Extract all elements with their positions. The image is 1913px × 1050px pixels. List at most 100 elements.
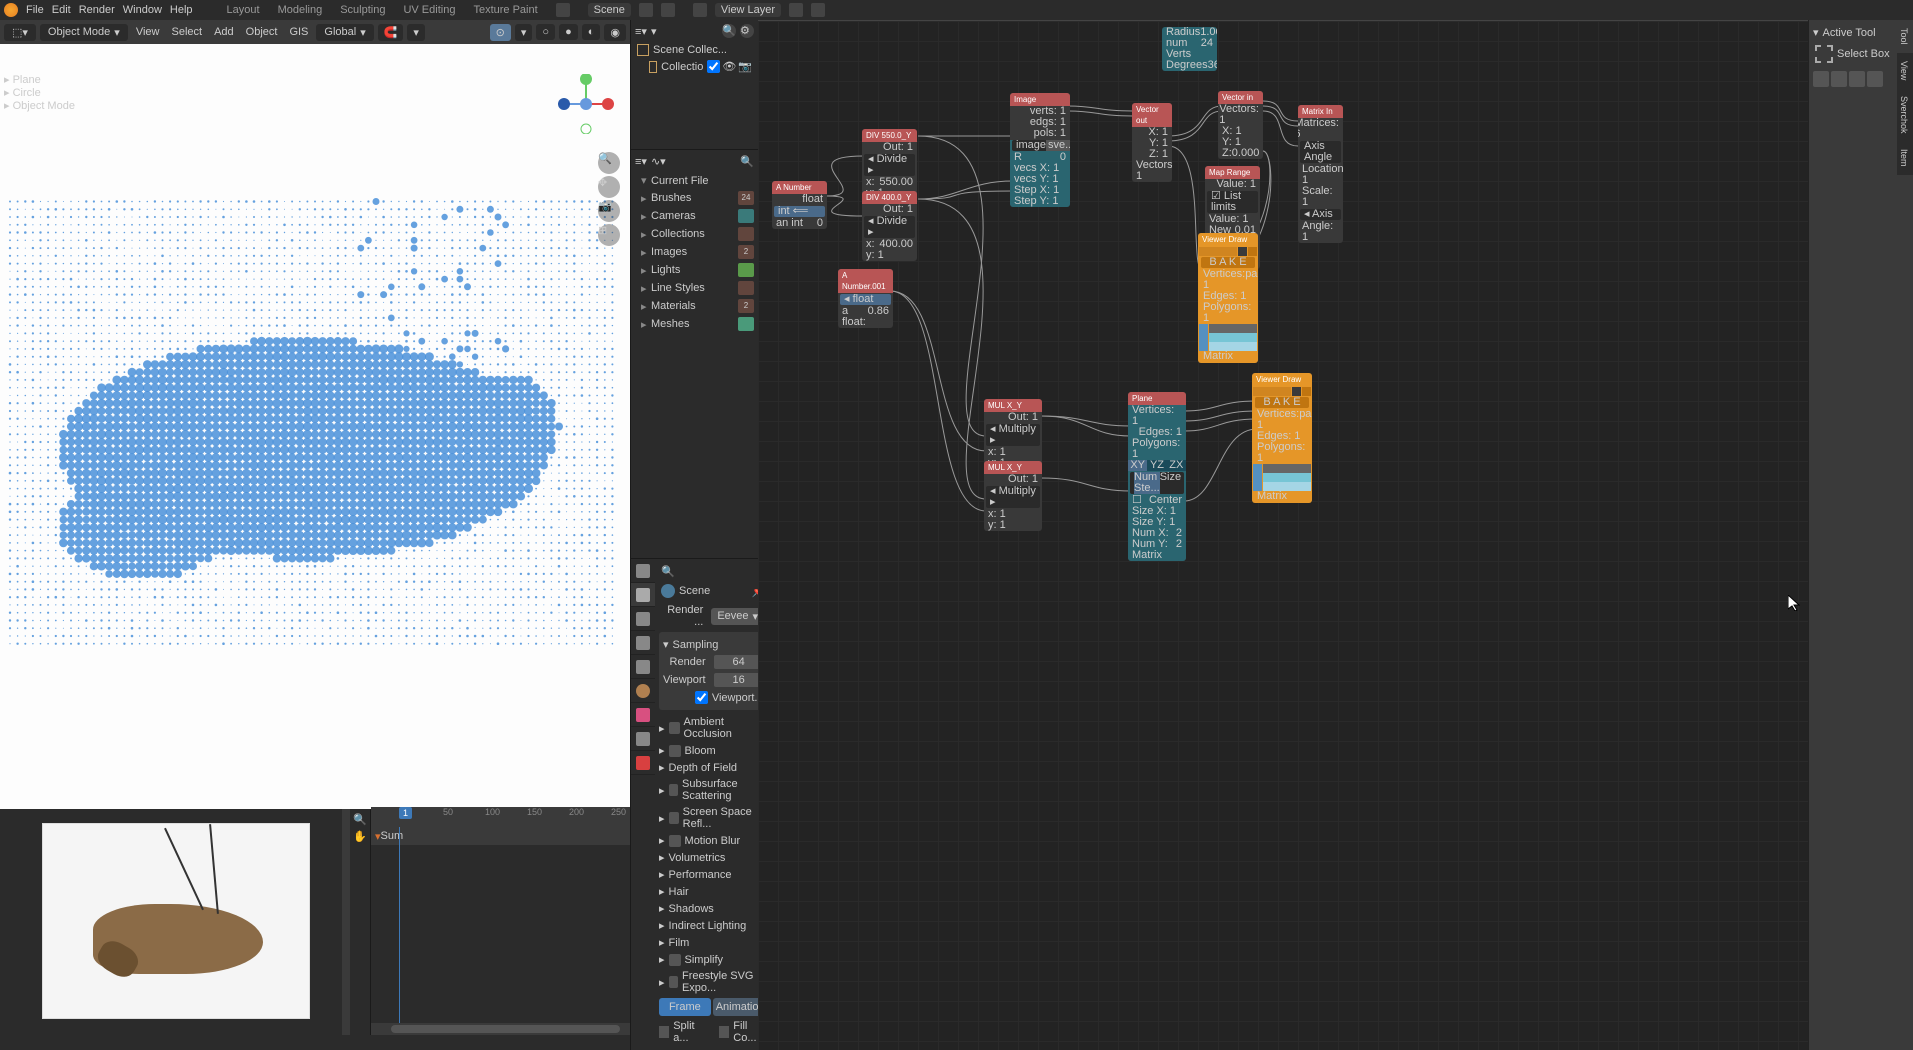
cat-linestyles[interactable]: ▸Line Styles bbox=[631, 279, 758, 297]
image-selector[interactable]: image sve... × bbox=[1012, 140, 1068, 151]
sampling-section[interactable]: ▾ Sampling bbox=[663, 636, 764, 653]
vp-menu-gis[interactable]: GIS bbox=[285, 26, 312, 38]
prop-section-depth-of-field[interactable]: ▸ Depth of Field bbox=[659, 759, 768, 776]
prop-section-subsurface-scattering[interactable]: ▸ Subsurface Scattering bbox=[659, 776, 768, 804]
search-icon[interactable]: 🔍 bbox=[722, 24, 736, 38]
op-dropdown[interactable]: ◂ Multiply ▸ bbox=[986, 486, 1040, 508]
tab-texture[interactable]: Texture Paint bbox=[467, 2, 543, 18]
node-circle-fragment[interactable]: Radius1.00 num Verts24 Degrees360.00 bbox=[1162, 27, 1217, 71]
editor-type-dropdown[interactable]: ⬚▾ bbox=[4, 24, 36, 41]
timeline-scrollbar[interactable] bbox=[371, 1023, 630, 1035]
cat-lights[interactable]: ▸Lights bbox=[631, 261, 758, 279]
cat-cameras[interactable]: ▸Cameras bbox=[631, 207, 758, 225]
list-limits-check[interactable]: ☑ List limits bbox=[1207, 191, 1258, 213]
float-selector[interactable]: ◂ float bbox=[840, 294, 891, 305]
menu-edit[interactable]: Edit bbox=[52, 4, 71, 16]
vp-menu-view[interactable]: View bbox=[132, 26, 164, 38]
eye-icon[interactable]: 👁 bbox=[722, 60, 736, 73]
search-icon[interactable]: 🔍 bbox=[659, 563, 768, 580]
prop-section-film[interactable]: ▸ Film bbox=[659, 934, 768, 951]
node-div-400[interactable]: DIV 400.0_Y Out: 1 ◂ Divide ▸ x:400.00 y… bbox=[862, 191, 917, 261]
prop-section-ambient-occlusion[interactable]: ▸ Ambient Occlusion bbox=[659, 714, 768, 742]
outliner-display-mode[interactable]: ▾ bbox=[651, 25, 657, 38]
scene-delete-icon[interactable] bbox=[661, 3, 675, 17]
op-dropdown[interactable]: ◂ Divide ▸ bbox=[864, 154, 915, 176]
node-image[interactable]: Image verts: 1 edgs: 1 pols: 1 image sve… bbox=[1010, 93, 1070, 207]
tab-uv[interactable]: UV Editing bbox=[397, 2, 461, 18]
axis-dropdown[interactable]: ◂ Axis bbox=[1300, 209, 1341, 220]
overlays-toggle[interactable]: ⊙ bbox=[490, 24, 511, 41]
node-a-number[interactable]: A Number float int ⟸ an int0 bbox=[772, 181, 827, 229]
image-canvas[interactable] bbox=[10, 807, 342, 1035]
node-viewer-draw[interactable]: Viewer Draw B A K E Vertices: 1pa:3 Edge… bbox=[1198, 233, 1258, 363]
cat-meshes[interactable]: ▸Meshes bbox=[631, 315, 758, 333]
viewport-denoise-checkbox[interactable] bbox=[695, 691, 708, 704]
viewlayer-delete-icon[interactable] bbox=[811, 3, 825, 17]
tab-sculpting[interactable]: Sculpting bbox=[334, 2, 391, 18]
tab-layout[interactable]: Layout bbox=[221, 2, 266, 18]
mode-dropdown[interactable]: Object Mode ▾ bbox=[40, 24, 128, 41]
collection-exclude-toggle[interactable] bbox=[707, 60, 720, 73]
prop-tab-world[interactable] bbox=[631, 679, 655, 703]
timeline-body[interactable]: ▾ Sum bbox=[371, 827, 630, 1023]
tab-modeling[interactable]: Modeling bbox=[272, 2, 329, 18]
timeline-ruler[interactable]: 1 50 100 150 200 250 bbox=[371, 807, 630, 827]
menu-file[interactable]: File bbox=[26, 4, 44, 16]
prop-tab-scene[interactable] bbox=[631, 655, 655, 679]
collection-row[interactable]: Collectio 👁 📷 bbox=[631, 58, 758, 75]
op-dropdown[interactable]: ◂ Multiply ▸ bbox=[986, 424, 1040, 446]
vtab-sverchok[interactable]: Sverchok bbox=[1897, 88, 1913, 142]
node-div-550[interactable]: DIV 550.0_Y Out: 1 ◂ Divide ▸ x:550.00 y… bbox=[862, 129, 917, 199]
prop-section-screen-space-refl-[interactable]: ▸ Screen Space Refl... bbox=[659, 804, 768, 832]
gizmo-toggle[interactable]: ▾ bbox=[515, 24, 533, 41]
prop-tab-modifiers[interactable] bbox=[631, 727, 655, 751]
vp-menu-object[interactable]: Object bbox=[242, 26, 282, 38]
image-scrollbar[interactable] bbox=[342, 807, 350, 1035]
prop-section-bloom[interactable]: ▸ Bloom bbox=[659, 742, 768, 759]
cat-collections[interactable]: ▸Collections bbox=[631, 225, 758, 243]
scene-name-input[interactable]: Scene bbox=[588, 3, 631, 17]
node-plane[interactable]: Plane Vertices: 1 Edges: 1 Polygons: 1 X… bbox=[1128, 392, 1186, 561]
shading-material[interactable]: ◐ bbox=[582, 24, 601, 40]
plane-axis-tabs[interactable]: XY YZ ZX bbox=[1128, 460, 1186, 471]
render-samples-input[interactable]: 64 bbox=[714, 655, 764, 669]
current-frame-indicator[interactable]: 1 bbox=[399, 807, 412, 819]
bake-button[interactable]: B A K E bbox=[1201, 257, 1255, 268]
zoom-tool-icon[interactable]: 🔍 bbox=[353, 813, 367, 826]
playhead[interactable] bbox=[399, 827, 400, 1023]
vtab-tool[interactable]: Tool bbox=[1897, 20, 1913, 53]
mode-selector[interactable]: Num Ste...Size bbox=[1130, 472, 1184, 494]
viewport-3d-canvas[interactable]: ▸ Plane ▸ Circle ▸ Object Mode 🔍 ✥ 📷 bbox=[0, 44, 630, 809]
shading-solid[interactable]: ● bbox=[559, 24, 578, 40]
vtab-view[interactable]: View bbox=[1897, 53, 1913, 88]
cat-brushes[interactable]: ▸Brushes24 bbox=[631, 189, 758, 207]
node-a-number-001[interactable]: A Number.001 ◂ float a float:0.86 bbox=[838, 269, 893, 328]
prop-section-motion-blur[interactable]: ▸ Motion Blur bbox=[659, 832, 768, 849]
move-icon[interactable]: ✥ bbox=[598, 176, 620, 198]
prop-section-shadows[interactable]: ▸ Shadows bbox=[659, 900, 768, 917]
select-mode-2[interactable] bbox=[1831, 71, 1847, 87]
node-matrix-in[interactable]: Matrix In Matrices: 6 Axis Angle Locatio… bbox=[1298, 105, 1343, 243]
outliner-type-dropdown[interactable]: ≡▾ bbox=[635, 25, 647, 38]
shading-rendered[interactable]: ◉ bbox=[604, 24, 626, 41]
scene-name[interactable]: Scene bbox=[679, 585, 710, 597]
select-mode-4[interactable] bbox=[1867, 71, 1883, 87]
camera-icon[interactable]: 📷 bbox=[598, 200, 620, 222]
menu-help[interactable]: Help bbox=[170, 4, 193, 16]
active-tool-section[interactable]: ▾ Active Tool bbox=[1813, 24, 1909, 41]
viewlayer-new-icon[interactable] bbox=[789, 3, 803, 17]
axisangle-dropdown[interactable]: Axis Angle bbox=[1300, 141, 1341, 163]
frame-button[interactable]: Frame bbox=[659, 998, 711, 1016]
prop-section-freestyle-svg-expo-[interactable]: ▸ Freestyle SVG Expo... bbox=[659, 968, 768, 996]
shading-wireframe[interactable]: ○ bbox=[536, 24, 555, 40]
menu-window[interactable]: Window bbox=[123, 4, 162, 16]
viewport-samples-input[interactable]: 16 bbox=[714, 673, 764, 687]
scene-new-icon[interactable] bbox=[639, 3, 653, 17]
axis-gizmo[interactable] bbox=[556, 74, 616, 134]
snap-type-dropdown[interactable]: ▾ bbox=[407, 24, 425, 41]
scene-browse-icon[interactable] bbox=[556, 3, 570, 17]
prop-section-performance[interactable]: ▸ Performance bbox=[659, 866, 768, 883]
node-canvas[interactable]: Radius1.00 num Verts24 Degrees360.00 A N… bbox=[758, 20, 1913, 1050]
prop-tab-tool[interactable] bbox=[631, 559, 655, 583]
vtab-item[interactable]: Item bbox=[1897, 141, 1913, 175]
